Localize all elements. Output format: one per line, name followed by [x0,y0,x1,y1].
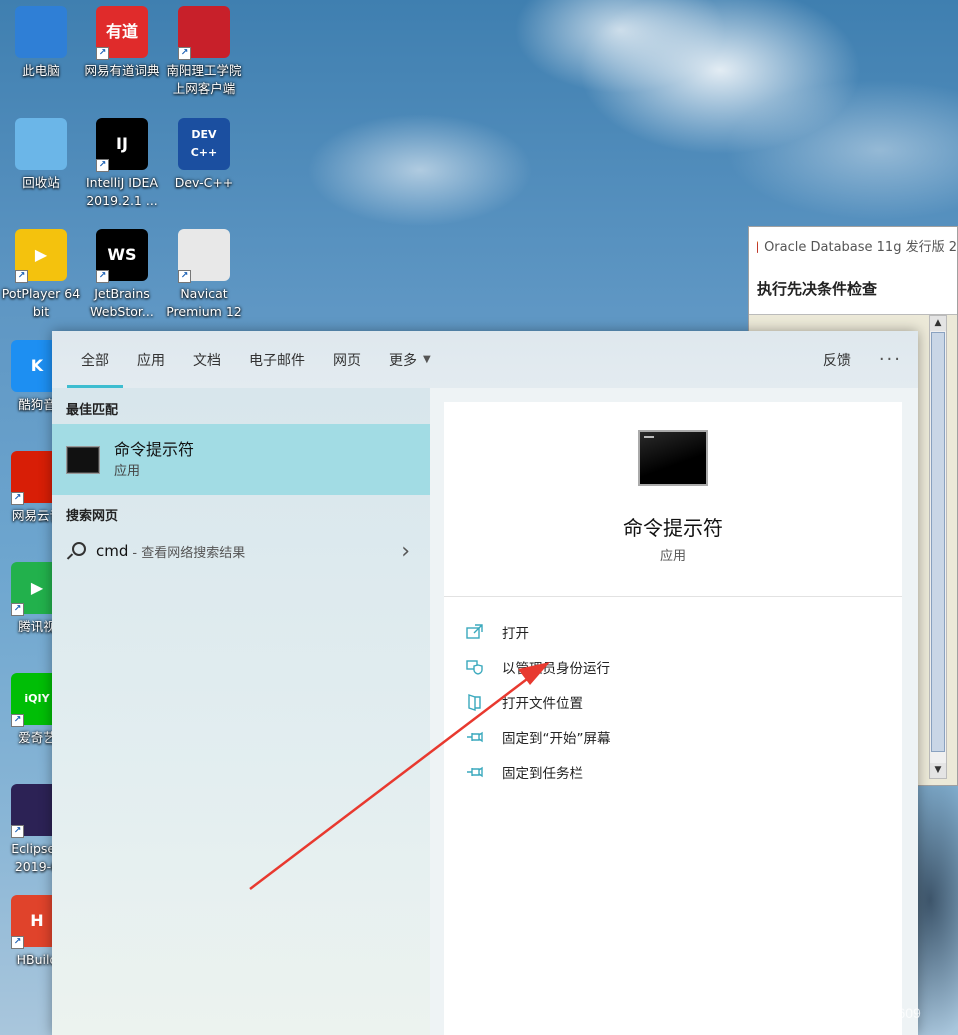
action-pin-to-taskbar[interactable]: 固定到任务栏 [466,754,611,789]
shortcut-arrow-icon: ↗ [96,47,109,60]
web-query: cmd [96,542,129,560]
web-search-heading: 搜索网页 [66,509,119,524]
more-options-icon[interactable]: ··· [879,349,902,370]
scroll-up-icon[interactable]: ▲ [930,316,946,331]
desktop-icon[interactable]: WS ↗ JetBrains WebStor... [82,229,162,321]
shortcut-arrow-icon: ↗ [11,936,24,949]
icon-glyph: 有道 [105,22,138,41]
desktop-icon[interactable]: IJ ↗ IntelliJ IDEA 2019.2.1 ... [82,118,162,210]
web-search-result[interactable]: cmd - 查看网络搜索结果 › [52,534,430,568]
navicat-icon: ↗ [178,229,230,283]
action-open[interactable]: 打开 [466,614,611,649]
icon-glyph: ▶ [34,245,48,264]
action-open-file-location[interactable]: 打开文件位置 [466,684,611,719]
shortcut-arrow-icon: ↗ [11,714,24,727]
desktop-icon-label: 回收站 [22,175,60,190]
command-prompt-large-icon [638,430,708,486]
recycle-bin-icon [15,118,67,170]
search-filter-tabs: 全部 应用 文档 电子邮件 网页 更多 ▼ 反馈 ··· [52,331,918,388]
chevron-down-icon: ▼ [423,354,431,365]
tab-email[interactable]: 电子邮件 [235,331,319,388]
icon-glyph: K [30,356,44,375]
desktop-icon[interactable]: DEV C++ Dev-C++ [164,118,244,192]
result-type: 应用 [114,463,141,479]
chevron-right-icon[interactable]: › [401,539,410,564]
desktop-icon-label: PotPlayer 64 bit [1,286,81,319]
shortcut-arrow-icon: ↗ [178,270,191,283]
scroll-thumb[interactable] [931,332,945,752]
devcpp-icon: DEV C++ [178,118,230,170]
oracle-titlebar[interactable]: Oracle Database 11g 发行版 2 [749,227,957,263]
shortcut-arrow-icon: ↗ [11,603,24,616]
desktop-icon-label: IntelliJ IDEA 2019.2.1 ... [85,175,159,208]
web-hint: - 查看网络搜索结果 [132,545,246,561]
result-name: 命令提示符 [114,439,195,459]
results-list: 最佳匹配 命令提示符 应用 搜索网页 cmd - 查看网络搜索结果 › [52,388,430,1035]
shortcut-arrow-icon: ↗ [96,159,109,172]
pin-start-icon [466,727,490,747]
file-location-icon [466,692,490,712]
search-icon [66,541,86,561]
scroll-down-icon[interactable]: ▼ [930,763,946,778]
desktop-icon-label: Dev-C++ [174,175,234,190]
shield-run-icon [466,657,490,677]
oracle-scrollbar[interactable]: ▲ ▼ [929,315,947,779]
icon-glyph: WS [107,245,137,264]
desktop-icon[interactable]: ↗ Navicat Premium 12 [164,229,244,321]
feedback-button[interactable]: 反馈 [823,350,851,370]
tab-more[interactable]: 更多 ▼ [375,331,445,388]
youdao-icon: 有道 ↗ [96,6,148,60]
desktop-icon-label: Navicat Premium 12 [166,286,242,319]
divider [444,596,902,597]
detail-card: 命令提示符 应用 打开 以管理员身份运行 打开文件位置 固定到“开始”屏幕 固定… [444,402,902,1035]
watermark: https://blog.csdn.net/qq_26164609 [706,1005,921,1021]
java-icon [757,237,759,253]
intellij-icon: IJ ↗ [96,118,148,172]
tab-web[interactable]: 网页 [319,331,375,388]
windows-search-panel: 全部 应用 文档 电子邮件 网页 更多 ▼ 反馈 ··· 最佳匹配 命令提示符 应… [52,331,918,1035]
best-match-heading: 最佳匹配 [66,403,119,418]
desktop-icon-label: 网易有道词典 [84,63,160,78]
oracle-window-title: Oracle Database 11g 发行版 2 [764,239,957,255]
shortcut-arrow-icon: ↗ [11,825,24,838]
tab-documents[interactable]: 文档 [179,331,235,388]
best-match-result[interactable]: 命令提示符 应用 [52,424,430,495]
shortcut-arrow-icon: ↗ [96,270,109,283]
tab-apps[interactable]: 应用 [123,331,179,388]
webstorm-icon: WS ↗ [96,229,148,283]
icon-glyph: DEV C++ [190,128,218,159]
tab-all[interactable]: 全部 [67,331,123,388]
shortcut-arrow-icon: ↗ [15,270,28,283]
desktop-icon[interactable]: 回收站 [1,118,81,192]
desktop-icon[interactable]: 有道 ↗ 网易有道词典 [82,6,162,80]
pin-taskbar-icon [466,762,490,782]
icon-glyph: ▶ [30,578,44,597]
icon-glyph: iQIY [24,692,50,705]
action-list: 打开 以管理员身份运行 打开文件位置 固定到“开始”屏幕 固定到任务栏 [466,614,611,789]
desktop-icon-label: JetBrains WebStor... [90,286,154,319]
icon-glyph: H [30,911,44,930]
detail-app-name: 命令提示符 [623,516,723,540]
detail-app-type: 应用 [659,549,686,564]
computer-icon [15,6,67,58]
potplayer-icon: ▶ ↗ [15,229,67,283]
oracle-step-heading: 执行先决条件检查 [749,263,957,315]
action-pin-to-start[interactable]: 固定到“开始”屏幕 [466,719,611,754]
desktop-icon[interactable]: ↗ 南阳理工学院上网客户端 [164,6,244,98]
shortcut-arrow-icon: ↗ [11,492,24,505]
desktop-icon-label: 南阳理工学院上网客户端 [166,63,242,96]
shortcut-arrow-icon: ↗ [178,47,191,60]
open-icon [466,622,490,642]
command-prompt-icon [66,445,100,474]
nyist-client-icon: ↗ [178,6,230,60]
action-run-as-admin[interactable]: 以管理员身份运行 [466,649,611,684]
desktop-icon[interactable]: ▶ ↗ PotPlayer 64 bit [1,229,81,321]
desktop-icon[interactable]: 此电脑 [1,6,81,80]
detail-pane: 命令提示符 应用 打开 以管理员身份运行 打开文件位置 固定到“开始”屏幕 固定… [430,388,918,1035]
icon-glyph: IJ [116,134,128,153]
desktop-icon-label: 此电脑 [22,63,60,78]
